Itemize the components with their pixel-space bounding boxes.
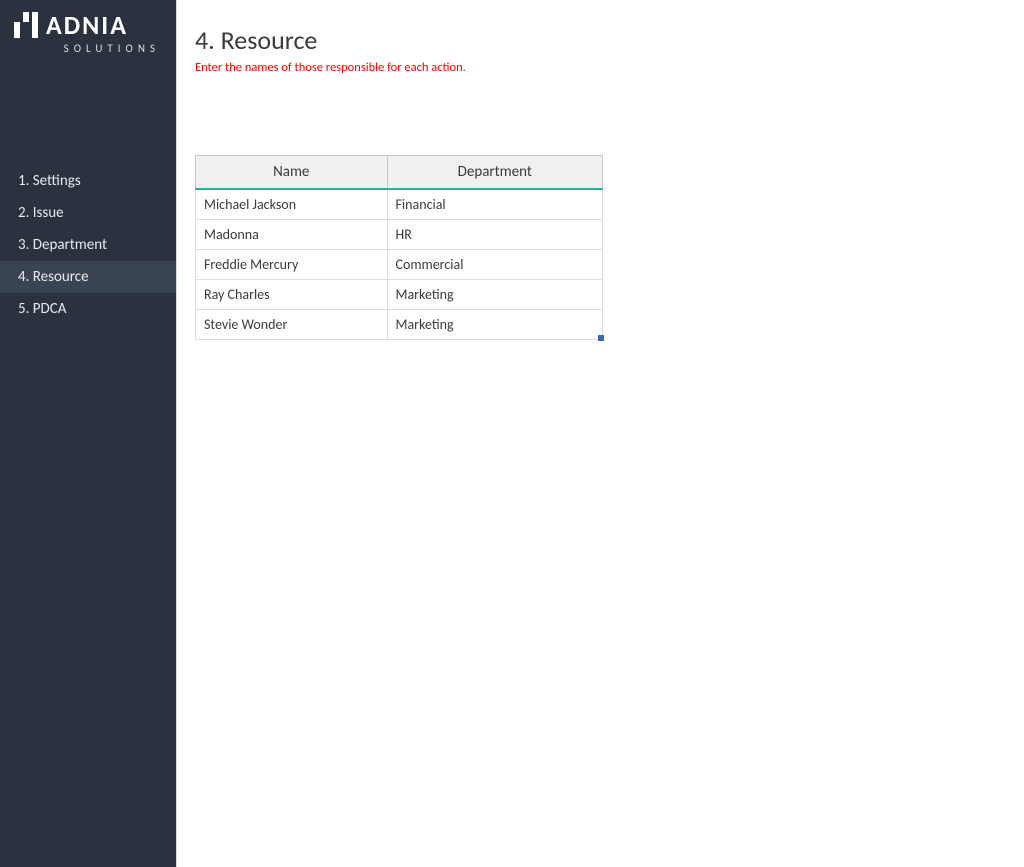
cell-name[interactable]: Ray Charles bbox=[196, 280, 388, 310]
col-header-name[interactable]: Name bbox=[196, 156, 388, 190]
sidebar-item-pdca[interactable]: 5. PDCA bbox=[0, 293, 176, 325]
page-instruction: Enter the names of those responsible for… bbox=[195, 60, 1006, 75]
resource-table-wrap: Name Department Michael Jackson Financia… bbox=[195, 155, 603, 340]
cell-name[interactable]: Madonna bbox=[196, 220, 388, 250]
col-header-department[interactable]: Department bbox=[387, 156, 603, 190]
sidebar-item-resource[interactable]: 4. Resource bbox=[0, 261, 176, 293]
table-header-row: Name Department bbox=[196, 156, 603, 190]
brand-name: ADNIA bbox=[46, 12, 128, 38]
table-row: Michael Jackson Financial bbox=[196, 189, 603, 220]
selection-handle-icon[interactable] bbox=[598, 335, 604, 341]
table-row: Stevie Wonder Marketing bbox=[196, 310, 603, 340]
cell-department[interactable]: Commercial bbox=[387, 250, 603, 280]
sidebar: ADNIA SOLUTIONS 1. Settings 2. Issue 3. … bbox=[0, 0, 176, 867]
cell-name[interactable]: Freddie Mercury bbox=[196, 250, 388, 280]
cell-name[interactable]: Michael Jackson bbox=[196, 189, 388, 220]
cell-department[interactable]: Marketing bbox=[387, 280, 603, 310]
cell-department[interactable]: Marketing bbox=[387, 310, 603, 340]
sidebar-item-department[interactable]: 3. Department bbox=[0, 229, 176, 261]
cell-name[interactable]: Stevie Wonder bbox=[196, 310, 388, 340]
brand-subtitle: SOLUTIONS bbox=[14, 42, 162, 55]
main-content: 4. Resource Enter the names of those res… bbox=[176, 0, 1024, 867]
nav: 1. Settings 2. Issue 3. Department 4. Re… bbox=[0, 165, 176, 325]
sidebar-item-issue[interactable]: 2. Issue bbox=[0, 197, 176, 229]
logo: ADNIA SOLUTIONS bbox=[0, 0, 176, 65]
resource-table: Name Department Michael Jackson Financia… bbox=[195, 155, 603, 340]
sidebar-item-settings[interactable]: 1. Settings bbox=[0, 165, 176, 197]
table-row: Freddie Mercury Commercial bbox=[196, 250, 603, 280]
logo-bars-icon bbox=[14, 12, 38, 38]
table-row: Madonna HR bbox=[196, 220, 603, 250]
table-row: Ray Charles Marketing bbox=[196, 280, 603, 310]
cell-department[interactable]: Financial bbox=[387, 189, 603, 220]
cell-department[interactable]: HR bbox=[387, 220, 603, 250]
page-title: 4. Resource bbox=[195, 24, 1006, 56]
